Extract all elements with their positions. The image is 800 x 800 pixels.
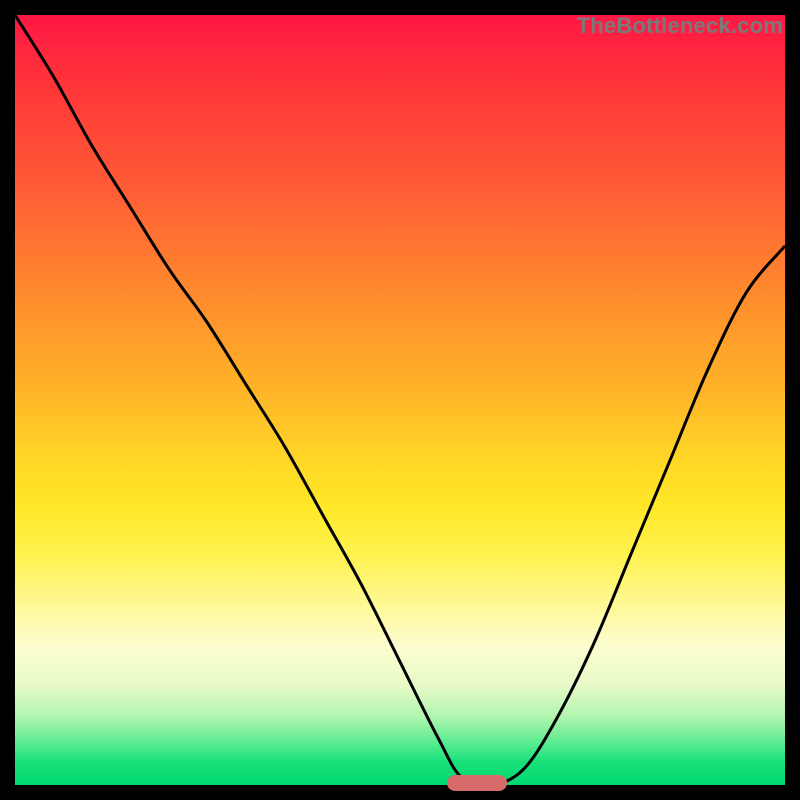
bottleneck-curve-path	[15, 15, 785, 785]
chart-plot-area: TheBottleneck.com	[15, 15, 785, 785]
optimal-marker	[447, 775, 507, 791]
chart-curve	[15, 15, 785, 785]
chart-frame: TheBottleneck.com	[0, 0, 800, 800]
